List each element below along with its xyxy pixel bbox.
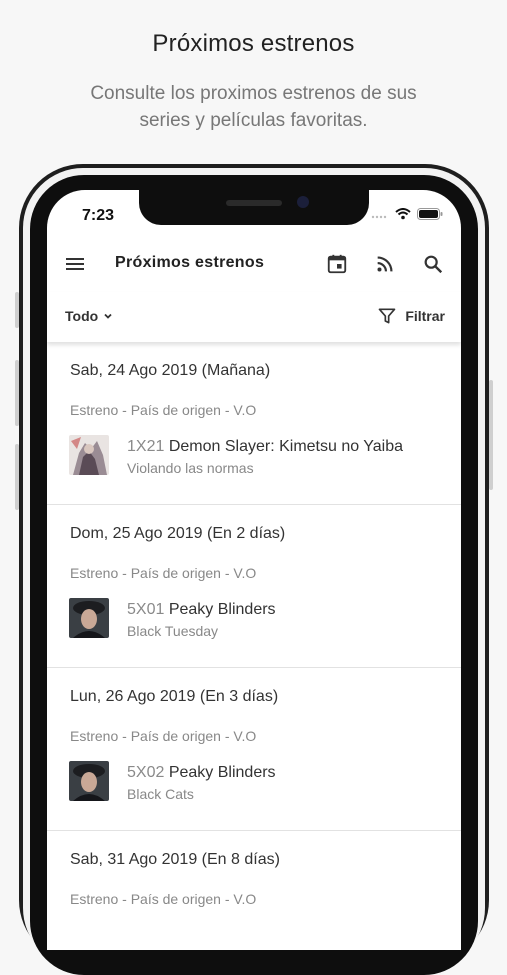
mute-switch bbox=[15, 292, 19, 328]
episode-line[interactable]: 1X21 Demon Slayer: Kimetsu no Yaiba bbox=[127, 438, 403, 456]
filter-button-label: Filtrar bbox=[405, 308, 445, 324]
power-button bbox=[489, 380, 493, 490]
episode-code: 1X21 bbox=[127, 438, 165, 455]
day-date: Sab, 24 Ago 2019 (Mañana) bbox=[70, 362, 271, 379]
status-time: 7:23 bbox=[82, 207, 115, 224]
filter-button[interactable]: Filtrar bbox=[377, 306, 445, 326]
app-bar: Próximos estrenos bbox=[47, 240, 461, 288]
day-date: Lun, 26 Ago 2019 (En 3 días) bbox=[70, 688, 279, 705]
menu-icon[interactable] bbox=[63, 252, 87, 276]
wifi-icon bbox=[395, 208, 411, 220]
release-origin: Estreno - País de origen - V.O bbox=[70, 728, 257, 744]
release-list: Sab, 24 Ago 2019 (Mañana) Estreno - País… bbox=[47, 342, 461, 950]
episode-code: 5X02 bbox=[127, 764, 165, 781]
battery-icon bbox=[417, 208, 443, 220]
episode-code: 5X01 bbox=[127, 601, 165, 618]
rss-icon[interactable] bbox=[371, 250, 399, 278]
app-bar-title: Próximos estrenos bbox=[115, 254, 265, 271]
episode-title: Black Tuesday bbox=[127, 623, 219, 639]
day-date: Dom, 25 Ago 2019 (En 2 días) bbox=[70, 525, 286, 542]
promo-subtitle: Consulte los proximos estrenos de sus se… bbox=[90, 83, 417, 131]
speaker bbox=[226, 200, 282, 206]
series-thumbnail[interactable] bbox=[69, 598, 109, 638]
volume-up-button bbox=[15, 360, 19, 426]
release-origin: Estreno - País de origen - V.O bbox=[70, 891, 257, 907]
series-thumbnail[interactable] bbox=[69, 435, 109, 475]
episode-line[interactable]: 5X01 Peaky Blinders bbox=[127, 601, 276, 619]
day-section: Dom, 25 Ago 2019 (En 2 días) Estreno - P… bbox=[47, 505, 461, 668]
filter-icon bbox=[378, 308, 396, 324]
release-origin: Estreno - País de origen - V.O bbox=[70, 402, 257, 418]
notch bbox=[139, 190, 369, 225]
day-section: Sab, 31 Ago 2019 (En 8 días) Estreno - P… bbox=[47, 831, 461, 950]
day-section: Lun, 26 Ago 2019 (En 3 días) Estreno - P… bbox=[47, 668, 461, 831]
episode-title: Violando las normas bbox=[127, 460, 254, 476]
series-thumbnail[interactable] bbox=[69, 761, 109, 801]
search-icon[interactable] bbox=[419, 250, 447, 278]
series-name: Demon Slayer: Kimetsu no Yaiba bbox=[168, 438, 404, 455]
chevron-down-icon bbox=[104, 313, 112, 319]
promo-title: Próximos estrenos bbox=[152, 30, 355, 57]
series-name: Peaky Blinders bbox=[168, 764, 276, 781]
episode-line[interactable]: 5X02 Peaky Blinders bbox=[127, 764, 276, 782]
series-name: Peaky Blinders bbox=[168, 601, 276, 618]
status-icons bbox=[371, 208, 443, 220]
episode-title: Black Cats bbox=[127, 786, 194, 802]
day-date: Sab, 31 Ago 2019 (En 8 días) bbox=[70, 851, 280, 868]
phone-screen: 7:23 Próximos estrenos Todo Filtrar Sab,… bbox=[47, 190, 461, 950]
camera-icon bbox=[297, 196, 309, 208]
release-origin: Estreno - País de origen - V.O bbox=[70, 565, 257, 581]
todo-dropdown-label: Todo bbox=[65, 308, 99, 324]
todo-dropdown[interactable]: Todo bbox=[65, 308, 114, 324]
calendar-icon[interactable] bbox=[323, 250, 351, 278]
volume-down-button bbox=[15, 444, 19, 510]
filter-bar: Todo Filtrar bbox=[47, 292, 461, 342]
day-section: Sab, 24 Ago 2019 (Mañana) Estreno - País… bbox=[47, 342, 461, 505]
signal-icon bbox=[371, 215, 387, 219]
